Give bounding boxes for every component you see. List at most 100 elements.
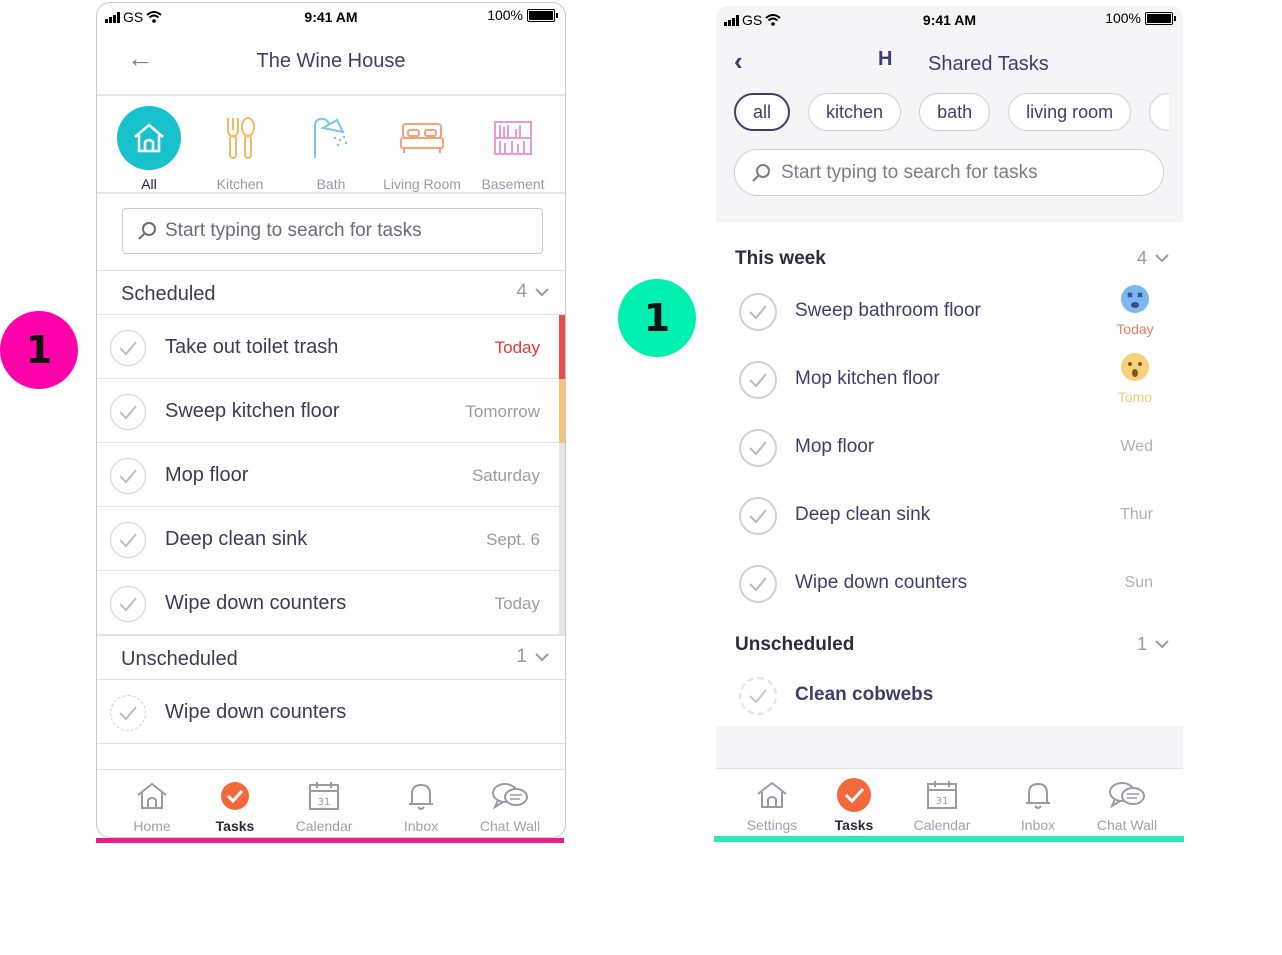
category-kitchen[interactable]: Kitchen [195,106,285,192]
task-name: Sweep bathroom floor [795,300,981,321]
task-row[interactable]: Mop floor Wed [716,414,1183,482]
category-label: Kitchen [216,176,264,192]
task-date: Saturday [471,466,540,485]
chip-living-room[interactable]: living room [1008,93,1132,131]
chevron-down-icon [535,652,549,661]
section-header-unscheduled[interactable]: Unscheduled 1 [97,635,565,680]
chip-kitchen[interactable]: kitchen [808,93,902,131]
task-name: Mop kitchen floor [795,368,940,389]
task-date: Today [494,594,540,613]
battery-icon [1145,11,1176,25]
chevron-down-icon [1155,640,1169,649]
phone-underline-pink [96,838,564,843]
chat-icon [1087,777,1167,813]
tab-label: Chat Wall [479,818,541,834]
task-name: Deep clean sink [795,504,931,525]
task-date: Today [494,338,540,357]
calendar-day: 31 [318,797,331,808]
task-row[interactable]: Mop floor Saturday [97,443,565,507]
check-circle-button[interactable] [110,330,146,366]
task-row[interactable]: Take out toilet trash Today [97,315,565,379]
tab-calendar[interactable]: 31 Calendar [284,778,364,834]
phone-underline-mint [714,836,1184,842]
tab-tasks[interactable]: Tasks [814,777,894,833]
section-title: This week [735,248,826,269]
task-name: Wipe down counters [165,592,347,614]
check-circle-button[interactable] [739,565,777,603]
check-circle-button[interactable] [110,586,146,622]
check-circle-button[interactable] [739,361,777,399]
tab-calendar[interactable]: 31 Calendar [902,777,982,833]
chip-overflow[interactable] [1149,93,1170,131]
tab-label: Calendar [295,818,353,834]
page-title: The Wine House [256,50,406,72]
task-row[interactable]: Mop kitchen floor Tomo [716,346,1183,414]
back-chevron-icon[interactable]: ‹ [734,46,743,77]
section-header-unscheduled[interactable]: Unscheduled 1 [716,626,1183,666]
task-name: Clean cobwebs [795,684,934,705]
check-circle-button[interactable] [110,695,146,731]
calendar-icon: 31 [284,778,364,814]
calendar-icon: 31 [902,777,982,813]
search-field[interactable] [734,149,1164,196]
battery-percent: 100% [1105,10,1141,26]
check-circle-button[interactable] [110,522,146,558]
category-label: Bath [316,176,346,192]
tab-label: Inbox [403,818,439,834]
search-input[interactable] [165,220,525,242]
task-row[interactable]: Deep clean sink Thur [716,482,1183,550]
check-circle-button[interactable] [110,394,146,430]
category-bath[interactable]: Bath [286,106,376,192]
section-header-scheduled[interactable]: Scheduled 4 [97,270,565,315]
category-label: Living Room [383,176,461,192]
section-count: 1 [1136,634,1147,654]
tab-label: Calendar [913,817,971,833]
category-living-room[interactable]: Living Room [377,106,467,192]
section-header-this-week[interactable]: This week 4 [716,240,1183,280]
search-input[interactable] [781,161,1151,184]
task-date: Today [1116,321,1154,337]
chevron-down-icon [535,287,549,296]
check-circle-button[interactable] [739,497,777,535]
tab-label: Tasks [215,818,255,834]
urgency-bar [559,315,565,379]
task-row[interactable]: Wipe down counters [97,680,565,744]
tab-inbox[interactable]: Inbox [381,778,461,834]
check-circle-button[interactable] [739,677,777,715]
task-row[interactable]: Clean cobwebs [716,662,1183,730]
task-row[interactable]: Deep clean sink Sept. 6 [97,507,565,571]
category-all[interactable]: All [104,106,194,192]
task-row[interactable]: Wipe down counters Today [97,571,565,635]
check-circle-button[interactable] [739,293,777,331]
check-circle-icon [814,777,894,813]
category-basement[interactable]: Basement [468,106,558,192]
search-icon [138,222,156,240]
tab-tasks[interactable]: Tasks [195,778,275,834]
task-row[interactable]: Sweep kitchen floor Tomorrow [97,379,565,443]
task-row[interactable]: Wipe down counters Sun [716,550,1183,618]
tab-chat-wall[interactable]: Chat Wall [470,778,550,834]
calendar-day: 31 [936,796,949,807]
annotation-badge-left: 1 [0,311,78,389]
tab-settings[interactable]: Settings [732,777,812,833]
section-count: 4 [516,281,527,302]
tab-home[interactable]: Home [112,778,192,834]
urgency-bar [559,571,565,635]
task-date: Sept. 6 [486,530,540,549]
task-row[interactable]: Sweep bathroom floor Today [716,278,1183,346]
chip-all[interactable]: all [734,93,791,131]
search-field[interactable] [122,208,543,254]
tab-chat-wall[interactable]: Chat Wall [1087,777,1167,833]
category-bar: All Kitchen Bath Living Room Basement [97,98,565,194]
check-circle-button[interactable] [739,429,777,467]
bell-icon [998,777,1078,813]
chip-bath[interactable]: bath [919,93,991,131]
task-name: Take out toilet trash [165,336,339,358]
checkmark-icon [749,305,767,320]
page-title: Shared Tasks [928,53,1049,75]
checkmark-icon [119,533,137,548]
check-circle-icon [195,778,275,814]
tab-inbox[interactable]: Inbox [998,777,1078,833]
section-title: Unscheduled [121,648,238,670]
check-circle-button[interactable] [110,458,146,494]
